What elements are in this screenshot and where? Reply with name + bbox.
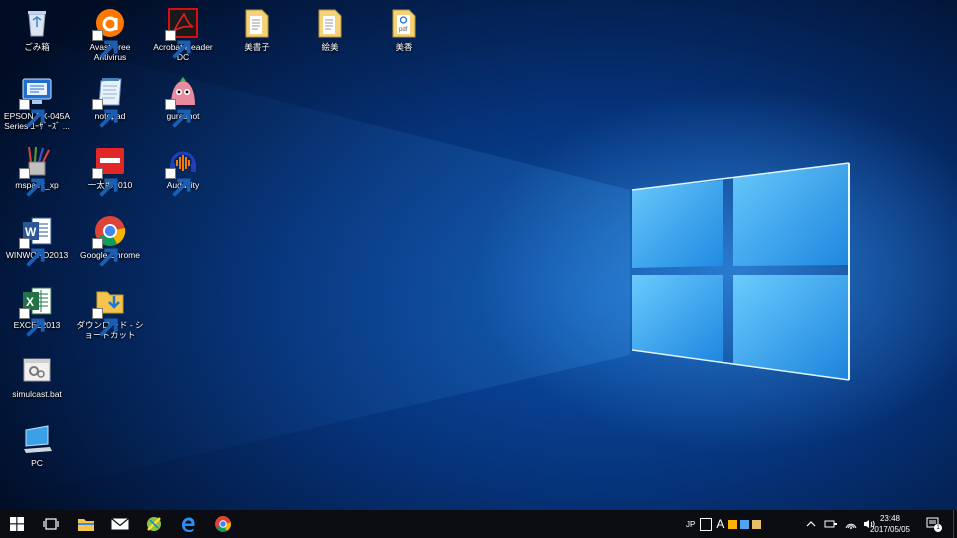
audacity-icon <box>165 144 200 197</box>
downloads-shortcut[interactable]: ダウンロード - ショートカット <box>73 284 147 340</box>
shortcut-arrow-icon <box>165 168 191 197</box>
this-pc-label: PC <box>31 458 43 468</box>
ime-toolbar[interactable]: JP A <box>686 510 762 538</box>
clock[interactable]: 23:48 2017/05/05 <box>868 513 912 535</box>
chrome-taskbar-button[interactable] <box>206 510 240 538</box>
start-button[interactable] <box>0 510 34 538</box>
notification-badge: 1 <box>934 524 942 532</box>
clock-date: 2017/05/05 <box>869 525 911 534</box>
ime-dictionary-icon[interactable] <box>728 519 738 529</box>
svg-text:W: W <box>25 225 37 239</box>
shortcut-arrow-icon <box>92 30 118 59</box>
app-icon <box>147 517 161 531</box>
gurashot-icon <box>165 75 200 128</box>
epson-manual-icon <box>19 75 54 128</box>
clock-time: 23:48 <box>879 514 901 523</box>
file-explorer-icon <box>78 519 94 531</box>
shortcut-arrow-icon <box>92 99 118 128</box>
folder-mika-label: 美香 <box>395 42 413 52</box>
folder-bishoko-label: 美書子 <box>244 42 270 52</box>
simulcast-bat-file[interactable]: simulcast.bat <box>0 353 74 399</box>
pdf-folder-icon: pdf <box>387 6 421 40</box>
this-pc-shortcut[interactable]: PC <box>0 422 74 468</box>
task-view-icon <box>43 518 59 530</box>
desktop[interactable]: ごみ箱 Avast Free Antivirus Acrobat Reader … <box>0 0 957 510</box>
notepad-icon <box>92 75 127 128</box>
folder-mika[interactable]: pdf 美香 <box>367 6 441 52</box>
ime-settings-icon[interactable] <box>752 519 762 529</box>
acrobat-reader-shortcut[interactable]: Acrobat Reader DC <box>146 6 220 62</box>
notepad-shortcut[interactable]: notepad <box>73 75 147 128</box>
start-icon <box>10 517 24 531</box>
computer-icon <box>20 422 54 456</box>
chevron-up-icon[interactable] <box>806 520 816 528</box>
file-explorer-button[interactable] <box>69 510 103 538</box>
shortcut-arrow-icon <box>19 238 45 267</box>
word-icon: W <box>19 214 54 267</box>
chrome-icon <box>215 516 232 532</box>
avast-shortcut[interactable]: Avast Free Antivirus <box>73 6 147 62</box>
pinned-app-button[interactable] <box>137 510 171 538</box>
shortcut-arrow-icon <box>165 99 191 128</box>
simulcast-bat-label: simulcast.bat <box>12 389 62 399</box>
excel-icon: X <box>19 284 54 337</box>
chrome-icon <box>92 214 127 267</box>
system-tray <box>806 510 875 538</box>
ichitaro-shortcut[interactable]: 一太郎2010 <box>73 144 147 197</box>
network-adapter-icon[interactable] <box>824 519 838 529</box>
wifi-icon[interactable] <box>845 519 857 529</box>
action-center-button[interactable]: 1 <box>926 510 948 538</box>
folder-emi-label: 絵美 <box>321 42 339 52</box>
winword-shortcut[interactable]: W WINWORD2013 <box>0 214 74 267</box>
svg-text:pdf: pdf <box>399 27 408 33</box>
shortcut-arrow-icon <box>19 99 45 128</box>
recycle-bin-shortcut[interactable]: ごみ箱 <box>0 6 74 52</box>
epson-shortcut[interactable]: EPSON PX-045A Series ﾕｰｻﾞｰｽﾞ ... <box>0 75 74 131</box>
shortcut-arrow-icon <box>19 168 45 197</box>
document-folder-icon <box>313 6 347 40</box>
acrobat-reader-icon <box>165 6 200 59</box>
audacity-shortcut[interactable]: Audacity <box>146 144 220 197</box>
ichitaro-icon <box>92 144 127 197</box>
shortcut-arrow-icon <box>92 168 118 197</box>
task-view-button[interactable] <box>34 510 68 538</box>
recycle-bin-label: ごみ箱 <box>24 42 50 52</box>
ime-language[interactable]: JP <box>686 520 695 529</box>
recycle-bin-icon <box>20 6 54 40</box>
ime-pad-icon[interactable] <box>700 517 713 531</box>
shortcut-arrow-icon <box>92 238 118 267</box>
edge-button[interactable] <box>171 510 205 538</box>
taskbar: JP A 23:48 2017/05/05 1 <box>0 510 957 538</box>
ime-mode[interactable]: A <box>716 517 724 531</box>
edge-icon <box>182 517 195 532</box>
batch-file-icon <box>20 353 54 387</box>
ime-tool-icon[interactable] <box>740 519 750 529</box>
avast-icon <box>92 6 127 59</box>
shortcut-arrow-icon <box>92 308 118 337</box>
mail-icon <box>111 518 129 530</box>
folder-emi[interactable]: 絵美 <box>293 6 367 52</box>
mspaint-shortcut[interactable]: mspaint_xp <box>0 144 74 197</box>
mail-button[interactable] <box>103 510 137 538</box>
document-folder-icon <box>240 6 274 40</box>
svg-text:X: X <box>26 295 34 309</box>
google-chrome-shortcut[interactable]: Google Chrome <box>73 214 147 267</box>
excel-shortcut[interactable]: X EXCEL2013 <box>0 284 74 337</box>
gurashot-shortcut[interactable]: gurashot <box>146 75 220 128</box>
shortcut-arrow-icon <box>165 30 191 59</box>
downloads-folder-icon <box>92 284 127 337</box>
show-desktop-button[interactable] <box>953 510 957 538</box>
paint-brushes-icon <box>19 144 54 197</box>
folder-bishoko[interactable]: 美書子 <box>220 6 294 52</box>
shortcut-arrow-icon <box>19 308 45 337</box>
